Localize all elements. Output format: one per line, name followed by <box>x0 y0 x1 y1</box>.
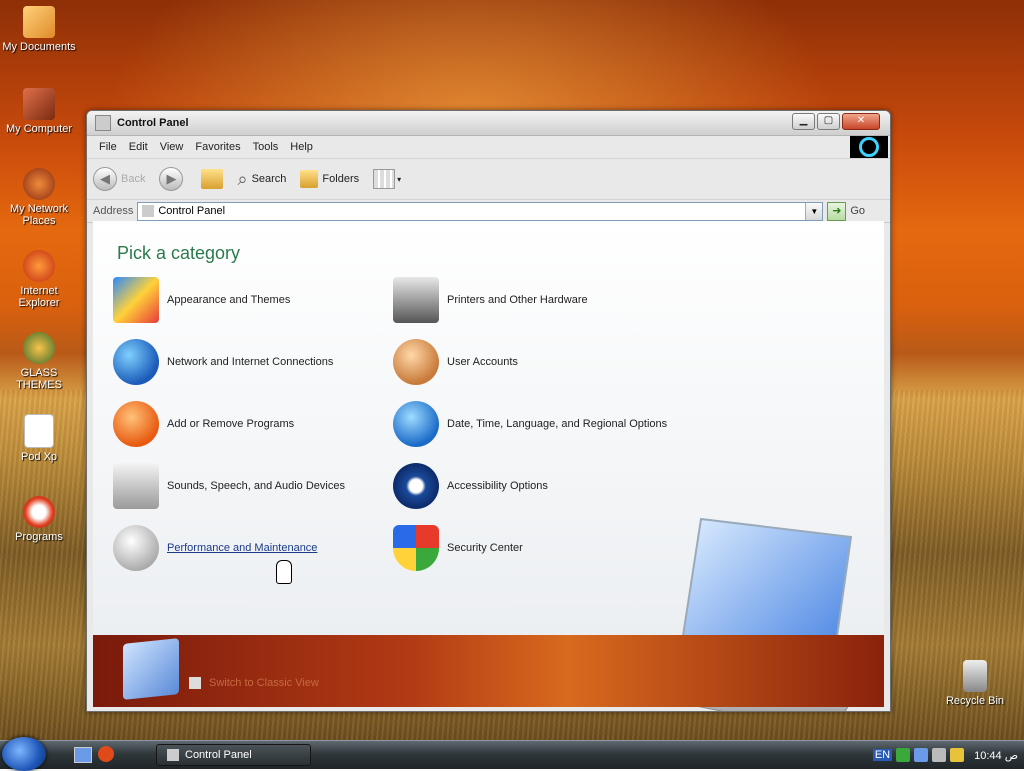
address-label: Address <box>93 205 134 217</box>
switch-to-classic-view-link[interactable]: Switch to Classic View <box>189 677 319 689</box>
footer-band: Switch to Classic View <box>93 635 884 707</box>
ie-quicklaunch-icon[interactable] <box>98 746 114 762</box>
control-panel-address-icon <box>142 205 155 217</box>
network-globe-icon <box>113 339 159 385</box>
category-view: Pick a category Appearance and Themes Ne… <box>93 221 884 711</box>
menu-view[interactable]: View <box>154 141 190 153</box>
appearance-themes-icon <box>113 277 159 323</box>
network-tray-icon[interactable] <box>914 748 929 762</box>
page-title: Pick a category <box>117 243 241 263</box>
back-arrow-icon: ◀ <box>93 167 117 191</box>
globe-calendar-icon <box>393 401 439 447</box>
toolbar: ◀ Back ▶ ⌕ Search Folders ▾ <box>87 159 890 200</box>
system-tray: EN 10:44 ص <box>867 741 1024 769</box>
close-button[interactable]: ✕ <box>842 113 880 130</box>
accessibility-icon <box>393 463 439 509</box>
desktop-icon-my-computer[interactable]: My Computer <box>0 88 78 135</box>
up-folder-icon <box>201 169 224 189</box>
printer-icon <box>393 277 439 323</box>
add-remove-programs-icon <box>113 401 159 447</box>
control-panel-task-icon <box>167 749 179 761</box>
category-date-time-language-regional[interactable]: Date, Time, Language, and Regional Optio… <box>393 401 667 447</box>
windows-logo-icon <box>850 136 888 158</box>
category-accessibility-options[interactable]: Accessibility Options <box>393 463 548 509</box>
security-shield-icon <box>393 525 439 571</box>
category-printers-and-hardware[interactable]: Printers and Other Hardware <box>393 277 588 323</box>
security-tray-icon[interactable] <box>950 748 965 762</box>
search-icon: ⌕ <box>237 168 248 189</box>
menu-edit[interactable]: Edit <box>123 141 154 153</box>
language-indicator[interactable]: EN <box>872 749 893 761</box>
back-button[interactable]: ◀ Back <box>93 167 145 191</box>
chevron-down-icon: ▾ <box>397 174 402 184</box>
desktop-icon-glass-themes[interactable]: GLASS THEMES <box>0 332 78 391</box>
menu-favorites[interactable]: Favorites <box>189 141 246 153</box>
switch-view-icon <box>189 677 201 689</box>
menu-help[interactable]: Help <box>284 141 319 153</box>
menu-tools[interactable]: Tools <box>247 141 285 153</box>
desktop-icon-recycle-bin[interactable]: Recycle Bin <box>936 660 1014 707</box>
category-sounds-speech-audio[interactable]: Sounds, Speech, and Audio Devices <box>113 463 345 509</box>
desktop-icon-my-network-places[interactable]: My Network Places <box>0 168 78 227</box>
control-panel-small-icon <box>95 115 111 131</box>
taskbar-button-control-panel[interactable]: Control Panel <box>156 744 311 766</box>
go-arrow-icon: ➜ <box>827 201 847 221</box>
menu-bar: File Edit View Favorites Tools Help <box>87 136 890 159</box>
volume-icon[interactable] <box>932 748 947 762</box>
category-network-and-internet[interactable]: Network and Internet Connections <box>113 339 333 385</box>
category-appearance-and-themes[interactable]: Appearance and Themes <box>113 277 290 323</box>
desktop-icon-pod-xp[interactable]: Pod Xp <box>0 414 78 463</box>
internet-explorer-icon <box>23 250 55 282</box>
up-folder-button[interactable] <box>201 169 224 189</box>
folders-icon <box>300 170 319 188</box>
folders-button[interactable]: Folders <box>300 170 359 188</box>
maximize-button[interactable]: ▢ <box>817 113 840 130</box>
taskbar: Control Panel EN 10:44 ص <box>0 737 1024 771</box>
window-title: Control Panel <box>117 117 189 129</box>
address-input[interactable]: Control Panel ▼ <box>137 201 824 221</box>
performance-gauge-icon <box>113 525 159 571</box>
desktop-icon-my-documents[interactable]: My Documents <box>0 6 78 53</box>
windows-orb-icon <box>23 332 55 364</box>
desktop-icon-internet-explorer[interactable]: Internet Explorer <box>0 250 78 309</box>
category-security-center[interactable]: Security Center <box>393 525 523 571</box>
forward-button[interactable]: ▶ <box>159 167 187 191</box>
menu-file[interactable]: File <box>93 141 123 153</box>
views-icon <box>373 169 396 189</box>
folder-icon <box>23 6 55 38</box>
speaker-icon <box>113 463 159 509</box>
views-button[interactable]: ▾ <box>373 169 401 189</box>
control-panel-window: Control Panel ▁ ▢ ✕ File Edit View Favor… <box>86 110 891 712</box>
search-button[interactable]: ⌕ Search <box>237 169 286 190</box>
go-button[interactable]: ➜ Go <box>827 201 865 221</box>
user-accounts-icon <box>393 339 439 385</box>
category-user-accounts[interactable]: User Accounts <box>393 339 518 385</box>
programs-icon <box>23 496 55 528</box>
desktop-icon-programs[interactable]: Programs <box>0 496 78 543</box>
network-icon <box>23 168 55 200</box>
control-panel-footer-icon <box>123 638 179 700</box>
clock[interactable]: 10:44 ص <box>974 749 1018 762</box>
forward-arrow-icon: ▶ <box>159 167 184 191</box>
show-desktop-icon[interactable] <box>74 747 92 763</box>
computer-icon <box>23 88 55 120</box>
address-bar: Address Control Panel ▼ ➜ Go <box>87 200 890 223</box>
hand-cursor-icon <box>276 560 292 584</box>
title-bar[interactable]: Control Panel ▁ ▢ ✕ <box>87 111 890 136</box>
safely-remove-icon[interactable] <box>896 748 911 762</box>
address-dropdown-button[interactable]: ▼ <box>805 202 823 220</box>
document-icon <box>24 414 54 448</box>
category-add-remove-programs[interactable]: Add or Remove Programs <box>113 401 294 447</box>
recycle-bin-icon <box>963 660 987 692</box>
minimize-button[interactable]: ▁ <box>792 113 815 130</box>
start-button[interactable] <box>2 737 46 771</box>
